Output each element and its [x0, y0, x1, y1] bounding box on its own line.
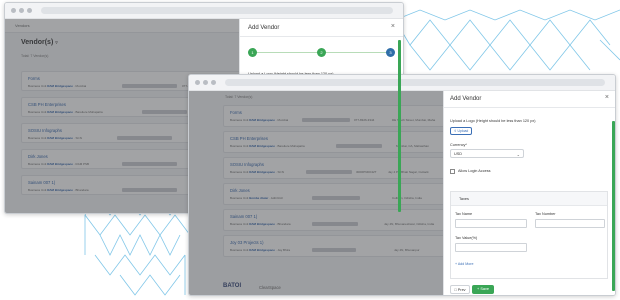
- save-button[interactable]: + Save: [472, 285, 494, 294]
- window-dot-icon: [27, 8, 32, 13]
- step-indicator: 3: [386, 48, 395, 57]
- currency-value: USD: [454, 152, 463, 156]
- screenshot-stage: Vendors Vendor(s) ▿ Total: 7 Vendor(s) F…: [0, 0, 620, 300]
- address-bar[interactable]: [225, 79, 605, 86]
- allow-login-label: Allow Login Access: [458, 169, 491, 173]
- chevron-down-icon: ⌄: [516, 152, 520, 157]
- front-browser-window: Total: 7 Vendor(s) Forms Business Unit R…: [188, 74, 616, 296]
- drawer-divider: [444, 107, 615, 108]
- step-indicator: 1: [248, 48, 257, 57]
- window-dot-icon: [195, 80, 200, 85]
- window-dot-icon: [11, 8, 16, 13]
- prev-button[interactable]: □ Prev: [450, 285, 470, 294]
- upload-button[interactable]: ⇪ Upload: [450, 127, 472, 135]
- add-more-link[interactable]: + Add More: [455, 262, 473, 266]
- tax-name-label: Tax Name: [455, 212, 473, 216]
- window-dot-icon: [203, 80, 208, 85]
- save-icon: +: [477, 287, 480, 291]
- currency-label: Currency*: [450, 143, 467, 147]
- prev-icon: □: [454, 288, 457, 292]
- taxes-section: Taxes Tax Name Tax Number Tax Value(%) +…: [450, 191, 608, 279]
- back-drawer-scrollbar[interactable]: [398, 40, 401, 212]
- close-icon[interactable]: ×: [391, 23, 395, 30]
- tax-number-label: Tax Number: [535, 212, 556, 216]
- modal-overlay[interactable]: [189, 91, 443, 295]
- add-vendor-drawer: Add Vendor × Upload a Logo (Height shoul…: [443, 91, 615, 295]
- upload-logo-label: Upload a Logo (Height should be less tha…: [450, 119, 536, 123]
- tax-name-input[interactable]: [455, 219, 527, 228]
- tax-number-input[interactable]: [535, 219, 605, 228]
- upload-icon: ⇪: [453, 129, 457, 133]
- allow-login-checkbox[interactable]: [450, 169, 455, 174]
- browser-chrome: [5, 3, 403, 19]
- drawer-title: Add Vendor: [248, 25, 280, 31]
- close-icon[interactable]: ×: [605, 94, 609, 101]
- browser-chrome: [189, 75, 615, 91]
- taxes-header: Taxes: [451, 192, 607, 206]
- front-viewport: Total: 7 Vendor(s) Forms Business Unit R…: [189, 91, 615, 295]
- drawer-divider: [240, 36, 403, 37]
- address-bar[interactable]: [41, 7, 393, 14]
- currency-select[interactable]: USD ⌄: [450, 149, 524, 158]
- step-indicator: 2: [317, 48, 326, 57]
- window-dot-icon: [19, 8, 24, 13]
- drawer-scrollbar[interactable]: [612, 121, 615, 291]
- tax-value-input[interactable]: [455, 243, 527, 252]
- window-dot-icon: [211, 80, 216, 85]
- drawer-title: Add Vendor: [450, 96, 482, 102]
- tax-value-label: Tax Value(%): [455, 236, 478, 240]
